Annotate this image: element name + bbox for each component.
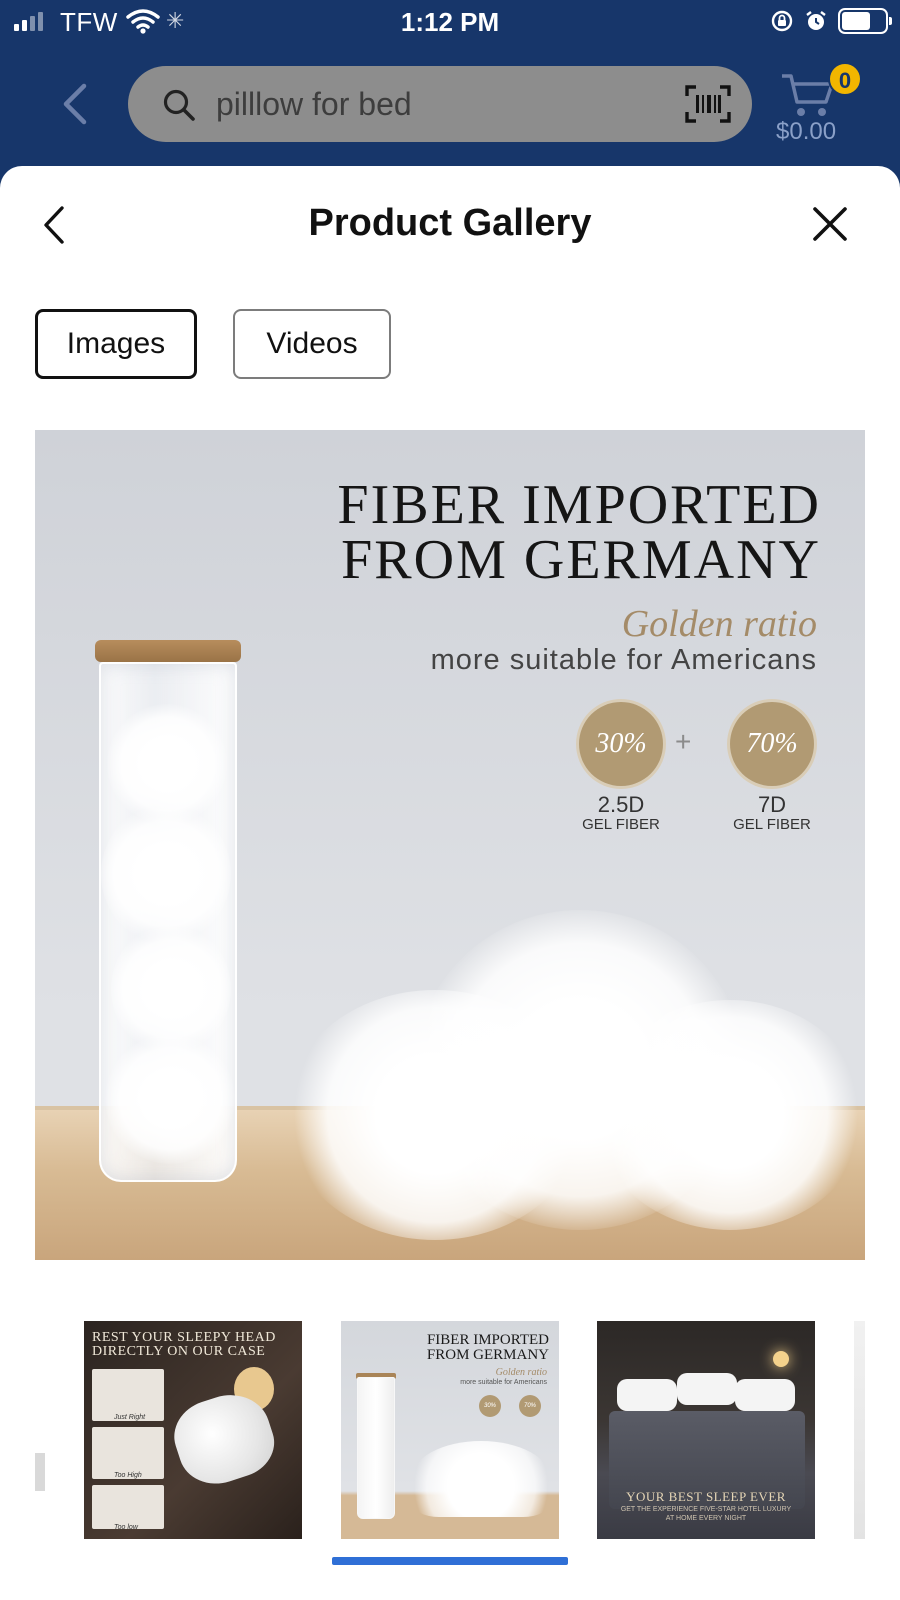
fiber-fluff xyxy=(105,1034,235,1164)
close-icon[interactable] xyxy=(810,204,850,244)
tab-images[interactable]: Images xyxy=(35,309,197,379)
fiber-2-size: 7D xyxy=(757,792,787,817)
caption-too-low: Too low xyxy=(114,1524,138,1531)
jar-body xyxy=(99,662,237,1182)
fiber-cloud xyxy=(595,1000,865,1230)
thumb-jar xyxy=(357,1377,395,1519)
thumb1-title-line-2: DIRECTLY ON OUR CASE xyxy=(92,1344,266,1359)
clock: 1:12 PM xyxy=(400,7,500,37)
lamp-light xyxy=(773,1351,789,1367)
headline-line-1: FIBER IMPORTED xyxy=(337,474,821,536)
thumb2-badge-1: 30% xyxy=(479,1395,501,1417)
caption-too-high: Too High xyxy=(114,1472,142,1479)
cart-button[interactable]: 0 $0.00 xyxy=(776,62,862,152)
bed-pillow xyxy=(617,1379,677,1411)
bed-pillow xyxy=(735,1379,795,1411)
thumbnail-3[interactable]: YOUR BEST SLEEP EVER GET THE EXPERIENCE … xyxy=(597,1321,815,1539)
thumb2-sub: more suitable for Americans xyxy=(460,1379,547,1386)
thumbnail-partial-left[interactable] xyxy=(35,1453,45,1491)
fiber-label-1: 2.5D GEL FIBER xyxy=(566,794,676,834)
thumb2-badge-2: 70% xyxy=(519,1395,541,1417)
cart-count-badge: 0 xyxy=(828,62,862,96)
fiber-2-type: GEL FIBER xyxy=(733,816,811,833)
cork-lid xyxy=(95,640,241,662)
badge-70-percent: 70% xyxy=(730,702,814,786)
bed-pillow xyxy=(677,1373,737,1405)
main-product-image[interactable]: FIBER IMPORTED FROM GERMANY Golden ratio… xyxy=(35,430,865,1260)
headline-line-2: FROM GERMANY xyxy=(341,529,821,591)
battery-icon xyxy=(838,8,892,34)
media-tabs: Images Videos xyxy=(35,309,391,379)
golden-ratio-text: Golden ratio xyxy=(621,603,817,645)
search-input[interactable]: pilllow for bed xyxy=(216,86,412,123)
thumb3-title: YOUR BEST SLEEP EVER xyxy=(626,1489,786,1504)
thumb3-sub: GET THE EXPERIENCE FIVE-STAR HOTEL LUXUR… xyxy=(597,1505,815,1523)
status-icons xyxy=(770,8,892,34)
rotation-lock-icon xyxy=(771,10,793,32)
search-bar[interactable]: pilllow for bed xyxy=(128,66,752,142)
thumbnail-partial-right[interactable] xyxy=(854,1321,865,1539)
thumb1-title-line-1: REST YOUR SLEEPY HEAD xyxy=(92,1330,276,1345)
fiber-fluff xyxy=(101,804,231,944)
thumb2-golden: Golden ratio xyxy=(495,1367,547,1378)
thumb2-line-2: FROM GERMANY xyxy=(426,1347,549,1363)
sleep-position-panel xyxy=(92,1485,164,1529)
plus-sign: + xyxy=(675,726,692,757)
tab-videos[interactable]: Videos xyxy=(233,309,391,379)
cart-total: $0.00 xyxy=(776,118,837,145)
fiber-label-2: 7D GEL FIBER xyxy=(717,794,827,834)
barcode-scanner-icon[interactable] xyxy=(684,84,732,124)
caption-just-right: Just Right xyxy=(114,1414,146,1421)
suitable-text: more suitable for Americans xyxy=(430,644,817,676)
thumb2-line-1: FIBER IMPORTED xyxy=(426,1332,549,1348)
back-arrow-icon[interactable] xyxy=(60,82,90,126)
selected-thumbnail-indicator xyxy=(332,1557,568,1565)
thumb2-headline: FIBER IMPORTED FROM GERMANY xyxy=(427,1333,549,1363)
search-icon xyxy=(163,89,195,121)
fiber-1-type: GEL FIBER xyxy=(582,816,660,833)
thumbnail-1[interactable]: REST YOUR SLEEPY HEAD DIRECTLY ON OUR CA… xyxy=(84,1321,302,1539)
app-header: TFW ✳ 1:12 PM pilllow for bed 0 $0.00 xyxy=(0,0,900,180)
thumb-fiber-cloud xyxy=(411,1441,551,1517)
fiber-1-size: 2.5D xyxy=(597,792,645,817)
glass-jar-image xyxy=(95,640,241,1182)
status-bar: TFW ✳ 1:12 PM xyxy=(0,0,900,44)
thumb1-title: REST YOUR SLEEPY HEAD DIRECTLY ON OUR CA… xyxy=(92,1331,276,1359)
badge-30-percent: 30% xyxy=(579,702,663,786)
page-title: Product Gallery xyxy=(308,202,592,244)
thumb3-sub-line-2: AT HOME EVERY NIGHT xyxy=(665,1515,747,1522)
thumbnail-2-selected[interactable]: FIBER IMPORTED FROM GERMANY Golden ratio… xyxy=(341,1321,559,1539)
image-headline: FIBER IMPORTED FROM GERMANY xyxy=(337,474,821,591)
alarm-icon xyxy=(806,11,826,30)
thumb3-sub-line-1: GET THE EXPERIENCE FIVE-STAR HOTEL LUXUR… xyxy=(620,1506,792,1513)
